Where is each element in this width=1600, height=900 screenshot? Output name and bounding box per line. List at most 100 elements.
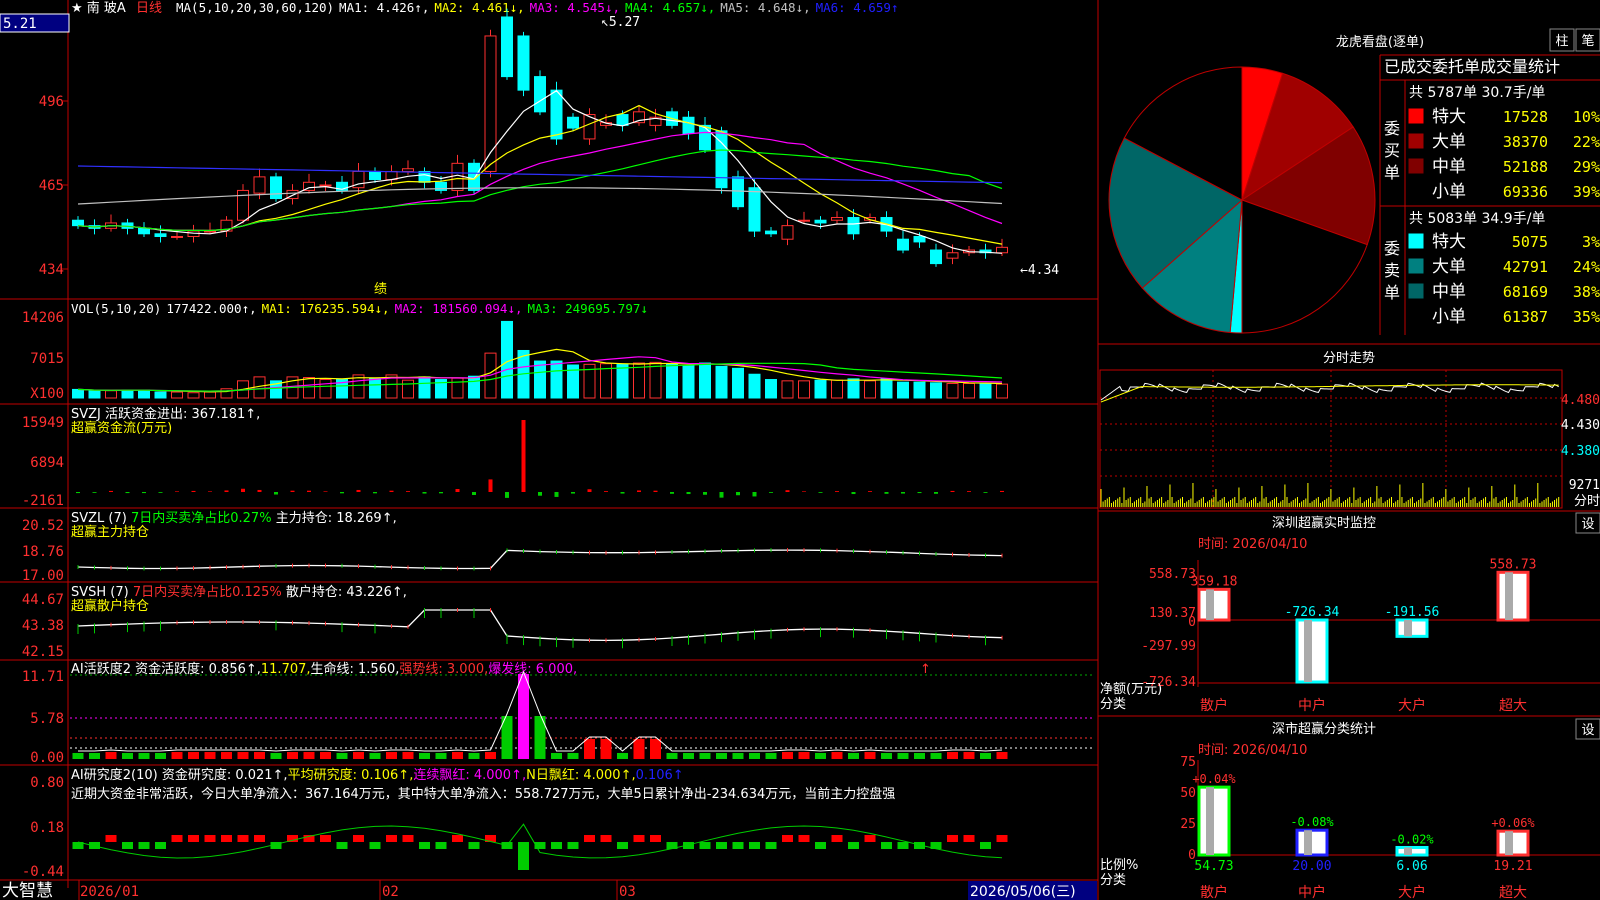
ai2-bar: [864, 835, 876, 842]
x-tick: 03: [619, 884, 636, 900]
monitor-ylabel: 净额(万元): [1100, 682, 1162, 697]
svzj-bar: [389, 490, 394, 492]
ai2-bar: [122, 842, 133, 849]
ai1-ticks: 11.71 5.78 0.00: [22, 669, 64, 766]
candle-body: [204, 230, 216, 233]
candle-body: [253, 176, 266, 194]
minute-ticks: 4.480 4.430 4.380 9271: [1561, 393, 1600, 493]
svzj-bar: [241, 488, 245, 492]
ai2-bar: [237, 835, 249, 842]
ai2-bar: [105, 835, 117, 842]
ai2-bar: [947, 835, 958, 842]
svzj-bar: [76, 492, 80, 494]
svzl-tick: 17.00: [22, 568, 64, 584]
svsh-series: [77, 609, 1003, 642]
chart-stage[interactable]: 496 465 434 5.21 ★ 南 玻A 日线 MA(5,10,20,30…: [0, 0, 1600, 900]
svzj-bar: [917, 492, 922, 494]
svzj-bar: [274, 492, 278, 495]
ai1-bar: [798, 752, 810, 759]
candle-body: [732, 176, 744, 208]
classify-category: 中户: [1298, 884, 1326, 900]
classify-value: 19.21: [1493, 859, 1532, 874]
ai2-tick: 0.18: [30, 820, 64, 836]
svzl-ticks: 20.52 18.76 17.00: [22, 518, 64, 584]
classify-tick: 25: [1180, 817, 1196, 832]
candle-body: [484, 35, 497, 172]
ma3-line: [77, 131, 1003, 232]
legend-swatch: [1408, 133, 1424, 149]
svzj-bar: [125, 492, 130, 494]
volume-bar: [402, 379, 414, 399]
svzj-bar: [340, 492, 344, 494]
svzj-bar: [719, 492, 724, 498]
dragon-subtitle: 已成交委托单成交量统计: [1384, 57, 1560, 76]
svzj-bar: [472, 492, 476, 495]
svzj-bar: [818, 492, 823, 493]
ai1-bar: [782, 752, 793, 759]
candle-body: [72, 219, 84, 227]
monitor-bar-shade: [1304, 620, 1312, 682]
legend-item: MA6: 4.659↑: [816, 0, 899, 15]
volume-bar: [682, 365, 695, 399]
classify-delta: -0.02%: [1390, 832, 1434, 846]
vol-tick: X100: [30, 386, 64, 402]
svsh-tick: 44.67: [22, 592, 64, 608]
ai1-bar: [369, 753, 381, 759]
minute-series: [1100, 382, 1560, 507]
ai1-bar: [848, 753, 859, 759]
x-axis-marks: [78, 880, 618, 900]
x-tick: 02: [382, 884, 399, 900]
svzj-bar: [670, 492, 674, 494]
ai1-bar: [221, 752, 232, 759]
classify-category: 散户: [1200, 884, 1228, 900]
ma-lines: [77, 89, 1003, 254]
candle-body: [748, 187, 761, 232]
ai2-bar: [749, 842, 760, 849]
candle-body: [534, 76, 546, 113]
svzj-bar: [967, 491, 971, 492]
monitor-value: -191.56: [1385, 605, 1440, 620]
ai2-bar: [369, 842, 381, 849]
ai2-bar: [221, 835, 232, 842]
svzj-bar: [983, 492, 988, 493]
ai1-bar: [683, 753, 694, 759]
svzj-bar: [455, 489, 460, 492]
legend-item: 177422.000↑,: [166, 301, 256, 316]
ai2-bar: [584, 835, 595, 842]
svzj-bar: [901, 492, 905, 494]
volume-bar: [781, 380, 794, 399]
minute-grid: [1100, 370, 1562, 508]
ai2-bar: [782, 835, 793, 842]
volume-bar: [798, 380, 810, 399]
svzj-bar: [521, 420, 526, 492]
side-label-char: 单: [1384, 163, 1400, 182]
svzj-tick: 15949: [22, 415, 64, 431]
legend-item: MA4: 4.657↓,: [625, 0, 715, 15]
ai2-bar: [980, 842, 991, 849]
price-tick: 465: [39, 178, 64, 194]
row-label: 大单: [1432, 257, 1466, 277]
svzj-bar: [307, 490, 311, 492]
ai2-bar: [699, 842, 711, 849]
classify-tick: 50: [1180, 786, 1196, 801]
candle-body: [946, 252, 959, 259]
monitor-category: 大户: [1398, 697, 1426, 714]
monitor-value: 359.18: [1191, 574, 1238, 589]
ai1-bar: [947, 752, 958, 759]
svsh-line: [77, 608, 1003, 649]
ai2-bar: [336, 842, 348, 849]
svzj-bar: [488, 479, 493, 492]
ai1-bar: [930, 753, 942, 759]
svzj-bar: [257, 489, 262, 492]
volume-bars: [72, 320, 1008, 399]
ai2-bar: [617, 842, 628, 849]
volume-bar: [88, 390, 101, 399]
ai2-bar: [320, 835, 331, 842]
svzj-bar: [373, 492, 377, 494]
price-tick: 434: [39, 262, 64, 278]
volume-bar: [864, 380, 876, 399]
row-label: 小单: [1432, 307, 1466, 327]
legend-item: MA3: 249695.797↓: [528, 301, 648, 316]
volume-bar: [814, 379, 827, 399]
row-pct: 39%: [1573, 183, 1600, 201]
